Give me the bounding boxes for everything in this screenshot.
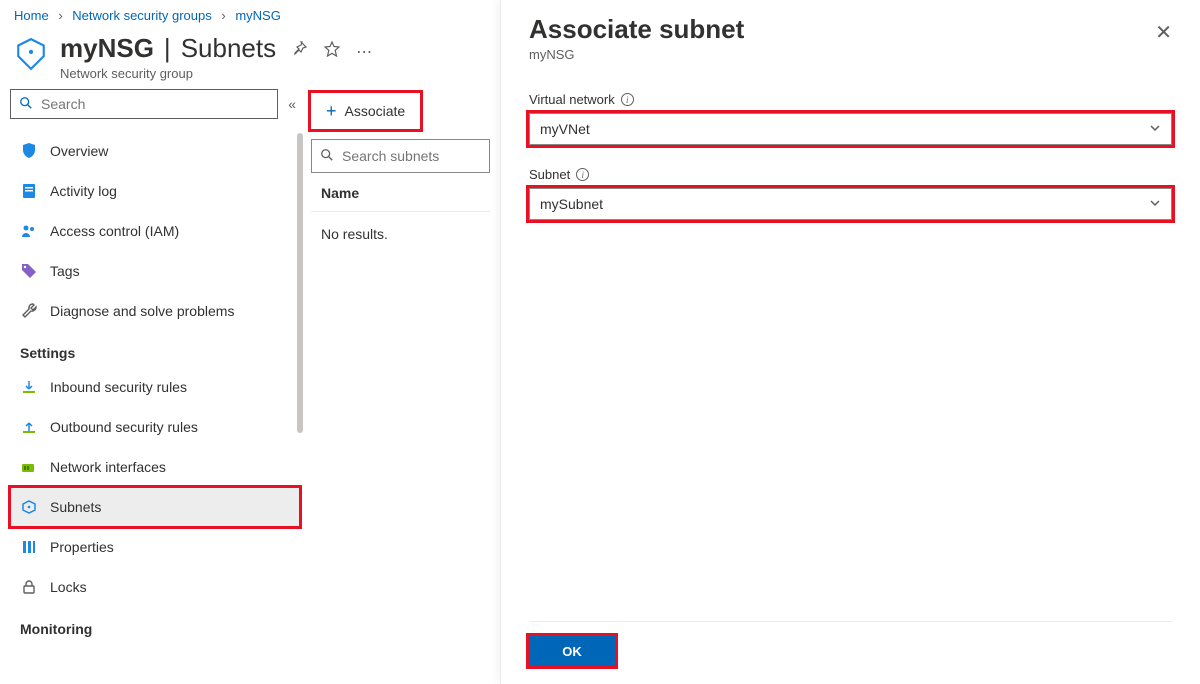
sidebar: « Overview Activity log Access control (… bbox=[0, 89, 300, 683]
sidebar-section-monitoring: Monitoring bbox=[10, 607, 300, 643]
chevron-down-icon bbox=[1149, 121, 1161, 137]
sidebar-item-tags[interactable]: Tags bbox=[10, 251, 300, 291]
chevron-down-icon bbox=[1149, 196, 1161, 212]
sidebar-item-label: Subnets bbox=[50, 499, 101, 515]
search-icon bbox=[19, 96, 33, 113]
sidebar-item-inbound-rules[interactable]: Inbound security rules bbox=[10, 367, 300, 407]
subnet-dropdown[interactable]: mySubnet bbox=[529, 188, 1172, 220]
vnet-label: Virtual network i bbox=[529, 92, 1172, 107]
title-separator: | bbox=[164, 33, 171, 64]
sidebar-item-overview[interactable]: Overview bbox=[10, 131, 300, 171]
sidebar-item-properties[interactable]: Properties bbox=[10, 527, 300, 567]
collapse-sidebar-icon[interactable]: « bbox=[288, 96, 296, 112]
nic-icon bbox=[20, 458, 38, 476]
sidebar-item-label: Diagnose and solve problems bbox=[50, 303, 234, 319]
sidebar-item-network-interfaces[interactable]: Network interfaces bbox=[10, 447, 300, 487]
inbound-icon bbox=[20, 378, 38, 396]
vnet-dropdown[interactable]: myVNet bbox=[529, 113, 1172, 145]
page-title-name: myNSG bbox=[60, 33, 154, 64]
properties-icon bbox=[20, 538, 38, 556]
breadcrumb-home[interactable]: Home bbox=[14, 8, 49, 23]
chevron-right-icon: › bbox=[58, 8, 62, 23]
info-icon[interactable]: i bbox=[576, 168, 589, 181]
sidebar-search[interactable] bbox=[10, 89, 278, 119]
subnet-icon bbox=[20, 498, 38, 516]
sidebar-item-label: Activity log bbox=[50, 183, 117, 199]
nsg-icon bbox=[14, 37, 48, 71]
sidebar-item-locks[interactable]: Locks bbox=[10, 567, 300, 607]
sidebar-item-label: Locks bbox=[50, 579, 87, 595]
subnet-label-text: Subnet bbox=[529, 167, 570, 182]
subnet-table-empty: No results. bbox=[311, 212, 490, 256]
tag-icon bbox=[20, 262, 38, 280]
sidebar-item-diagnose[interactable]: Diagnose and solve problems bbox=[10, 291, 300, 331]
sidebar-item-iam[interactable]: Access control (IAM) bbox=[10, 211, 300, 251]
sidebar-item-label: Tags bbox=[50, 263, 80, 279]
associate-button[interactable]: + Associate bbox=[311, 93, 420, 129]
associate-subnet-blade: Associate subnet ✕ myNSG Virtual network… bbox=[500, 0, 1200, 684]
subnet-dropdown-value: mySubnet bbox=[540, 196, 603, 212]
page-title-section: Subnets bbox=[181, 33, 276, 64]
sidebar-scrollbar[interactable] bbox=[297, 133, 303, 433]
sidebar-item-subnets[interactable]: Subnets bbox=[10, 487, 300, 527]
subnet-label: Subnet i bbox=[529, 167, 1172, 182]
plus-icon: + bbox=[326, 102, 337, 120]
sidebar-section-settings: Settings bbox=[10, 331, 300, 367]
star-icon[interactable] bbox=[324, 41, 340, 62]
breadcrumb-nsg-list[interactable]: Network security groups bbox=[72, 8, 211, 23]
sidebar-item-activity-log[interactable]: Activity log bbox=[10, 171, 300, 211]
more-icon[interactable]: ⋯ bbox=[356, 42, 372, 62]
sidebar-item-label: Network interfaces bbox=[50, 459, 166, 475]
sidebar-search-input[interactable] bbox=[39, 95, 269, 113]
chevron-right-icon: › bbox=[221, 8, 225, 23]
search-subnets-input[interactable] bbox=[340, 147, 481, 165]
sidebar-item-label: Access control (IAM) bbox=[50, 223, 179, 239]
outbound-icon bbox=[20, 418, 38, 436]
blade-title: Associate subnet bbox=[529, 14, 1155, 45]
info-icon[interactable]: i bbox=[621, 93, 634, 106]
ok-button[interactable]: OK bbox=[529, 636, 615, 666]
search-icon bbox=[320, 148, 334, 165]
search-subnets[interactable] bbox=[311, 139, 490, 173]
shield-icon bbox=[20, 142, 38, 160]
log-icon bbox=[20, 182, 38, 200]
sidebar-item-label: Overview bbox=[50, 143, 108, 159]
vnet-dropdown-value: myVNet bbox=[540, 121, 590, 137]
content-main: + Associate Name No results. bbox=[300, 89, 490, 683]
wrench-icon bbox=[20, 302, 38, 320]
lock-icon bbox=[20, 578, 38, 596]
associate-button-label: Associate bbox=[345, 103, 406, 119]
sidebar-item-outbound-rules[interactable]: Outbound security rules bbox=[10, 407, 300, 447]
sidebar-item-label: Inbound security rules bbox=[50, 379, 187, 395]
close-icon[interactable]: ✕ bbox=[1155, 14, 1172, 45]
blade-subtitle: myNSG bbox=[529, 47, 1172, 62]
people-icon bbox=[20, 222, 38, 240]
sidebar-item-label: Outbound security rules bbox=[50, 419, 198, 435]
vnet-label-text: Virtual network bbox=[529, 92, 615, 107]
breadcrumb-nsg[interactable]: myNSG bbox=[235, 8, 281, 23]
subnet-table-header-name[interactable]: Name bbox=[311, 173, 490, 212]
pin-icon[interactable] bbox=[292, 41, 308, 62]
sidebar-item-label: Properties bbox=[50, 539, 114, 555]
